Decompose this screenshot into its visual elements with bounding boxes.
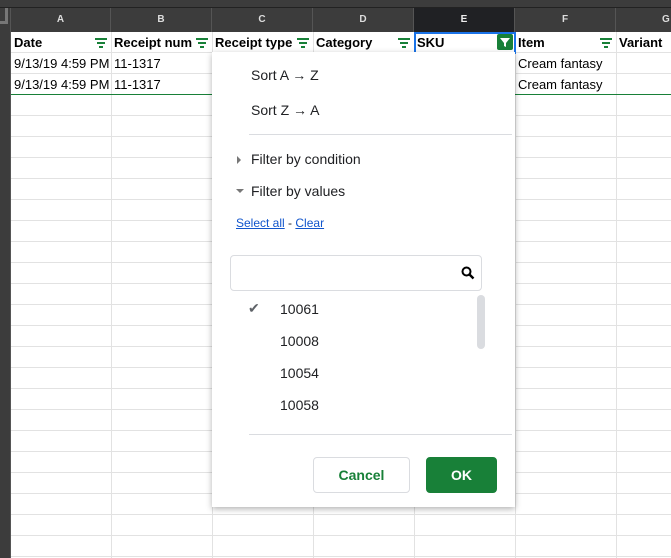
column-header-g[interactable]: G — [616, 8, 671, 32]
column-header-c[interactable]: C — [212, 8, 313, 32]
clear-link[interactable]: Clear — [295, 216, 324, 230]
divider — [616, 32, 617, 558]
active-filter-icon[interactable] — [497, 34, 513, 50]
cell[interactable]: Cream fantasy — [515, 53, 616, 74]
divider — [111, 32, 112, 558]
divider — [249, 434, 512, 435]
filter-menu: Sort A → Z Sort Z → A Filter by conditio… — [212, 52, 515, 507]
column-header-a[interactable]: A — [11, 8, 111, 32]
separator-dash: - — [288, 216, 293, 230]
cell[interactable]: Cream fantasy — [515, 74, 616, 95]
column-header-f[interactable]: F — [515, 8, 616, 32]
value-option[interactable]: 10061 — [280, 301, 319, 317]
row-number-column — [0, 8, 11, 558]
divider — [515, 32, 516, 558]
filter-icon[interactable] — [398, 38, 410, 48]
sort-a-z[interactable]: Sort A → Z — [251, 67, 319, 83]
cell[interactable]: 11-1317 — [111, 53, 212, 74]
toolbar-strip — [0, 0, 671, 8]
column-header-e[interactable]: E — [414, 8, 515, 32]
filter-by-values[interactable]: Filter by values — [251, 183, 345, 199]
caret-right-icon — [237, 156, 241, 164]
values-scrollbar[interactable] — [477, 295, 485, 349]
value-option[interactable]: 10054 — [280, 365, 319, 381]
check-icon: ✔ — [248, 300, 260, 316]
header-cell-variant[interactable]: Variant — [616, 32, 671, 53]
column-header-d[interactable]: D — [313, 8, 414, 32]
filter-icon[interactable] — [600, 38, 612, 48]
cell[interactable]: 9/13/19 4:59 PM — [11, 53, 111, 74]
select-all-link[interactable]: Select all — [236, 216, 285, 230]
caret-down-icon — [236, 189, 244, 193]
filter-icon[interactable] — [196, 38, 208, 48]
value-option[interactable]: 10058 — [280, 397, 319, 413]
value-option[interactable]: 10008 — [280, 333, 319, 349]
filter-by-condition[interactable]: Filter by condition — [251, 151, 361, 167]
search-icon — [461, 266, 475, 280]
cancel-button[interactable]: Cancel — [313, 457, 410, 493]
cell[interactable]: 11-1317 — [111, 74, 212, 95]
filter-icon[interactable] — [297, 38, 309, 48]
column-header-b[interactable]: B — [111, 8, 212, 32]
cell[interactable]: 9/13/19 4:59 PM — [11, 74, 111, 95]
sort-z-a[interactable]: Sort Z → A — [251, 102, 319, 118]
select-all-corner[interactable] — [0, 8, 8, 24]
values-search-input[interactable] — [230, 255, 482, 291]
divider — [249, 134, 512, 135]
ok-button[interactable]: OK — [426, 457, 497, 493]
filter-icon[interactable] — [95, 38, 107, 48]
